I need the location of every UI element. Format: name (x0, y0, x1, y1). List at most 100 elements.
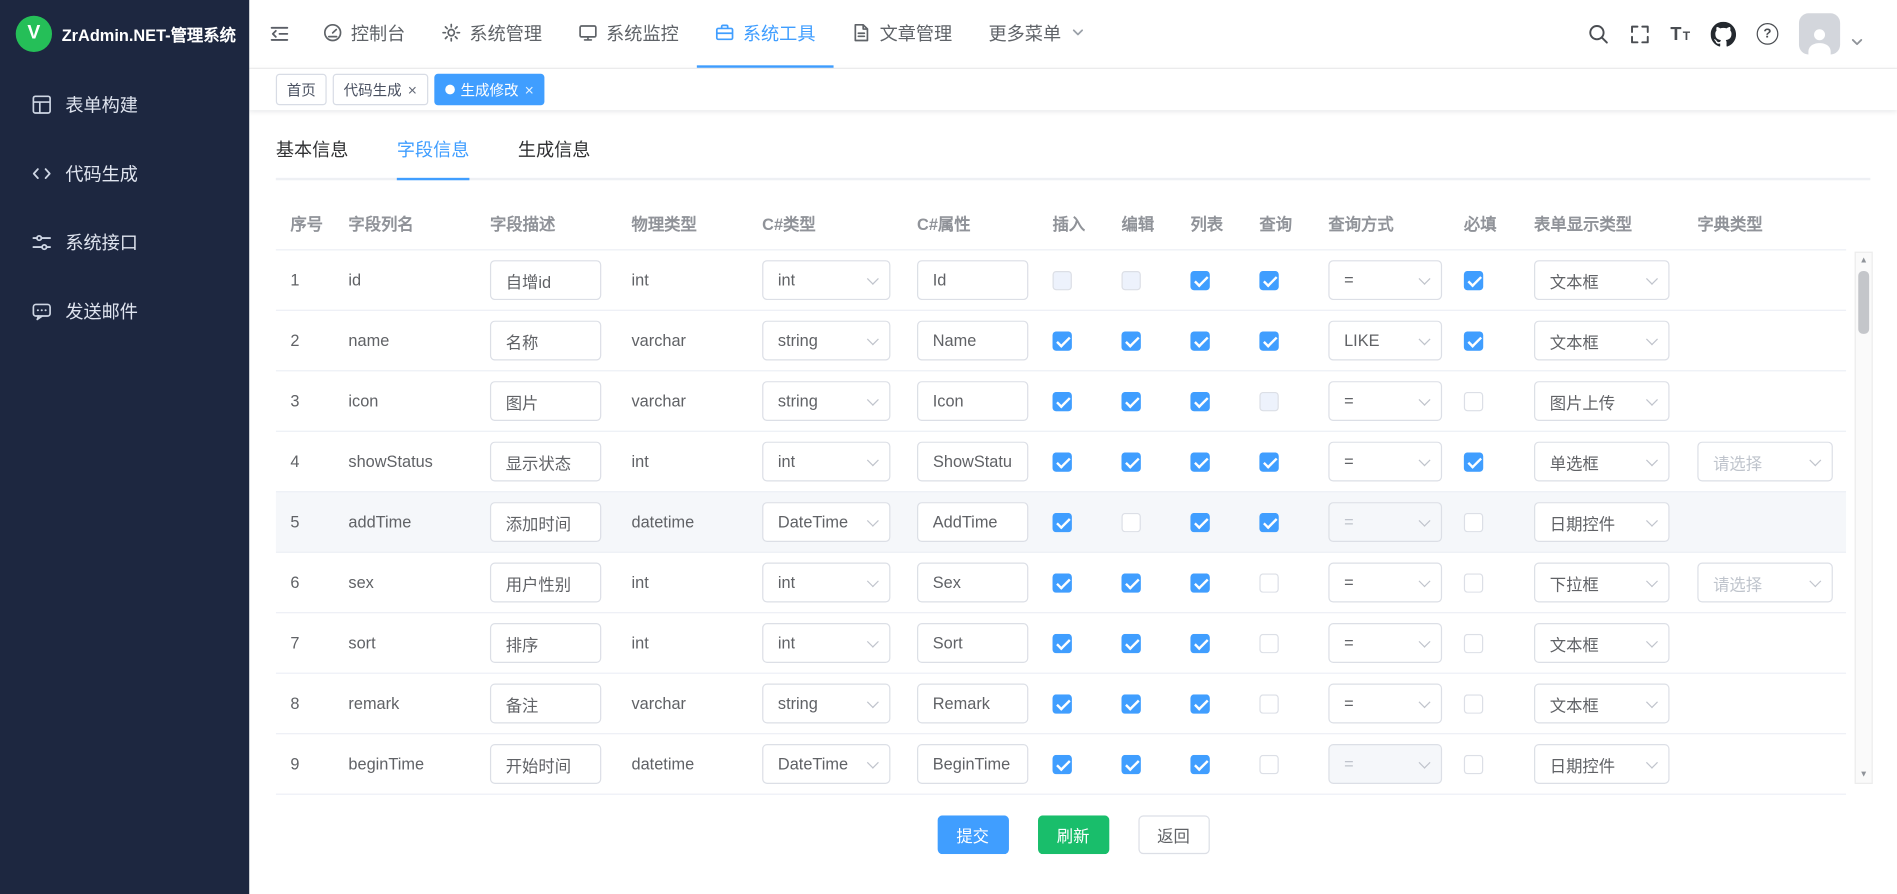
edit-checkbox[interactable] (1121, 331, 1140, 350)
sidebar-item-4[interactable]: 发送邮件 (0, 277, 249, 346)
required-checkbox[interactable] (1464, 633, 1483, 652)
cs-type-select[interactable]: int (762, 623, 890, 663)
nav-item-5[interactable]: 文章管理 (834, 0, 971, 68)
display-type-select[interactable]: 单选框 (1534, 442, 1669, 482)
display-type-select[interactable]: 文本框 (1534, 623, 1669, 663)
cs-type-select[interactable]: int (762, 260, 890, 300)
query-mode-select[interactable]: = (1328, 502, 1442, 542)
cs-type-select[interactable]: string (762, 684, 890, 724)
refresh-button[interactable]: 刷新 (1037, 815, 1108, 854)
nav-item-2[interactable]: 系统管理 (423, 0, 560, 68)
desc-input[interactable] (490, 744, 601, 784)
insert-checkbox[interactable] (1053, 391, 1072, 410)
list-checkbox[interactable] (1190, 270, 1209, 289)
close-icon[interactable]: × (525, 82, 534, 98)
edit-checkbox[interactable] (1121, 694, 1140, 713)
required-checkbox[interactable] (1464, 452, 1483, 471)
nav-item-4[interactable]: 系统工具 (697, 0, 834, 68)
display-type-select[interactable]: 图片上传 (1534, 381, 1669, 421)
edit-checkbox[interactable] (1121, 512, 1140, 531)
list-checkbox[interactable] (1190, 694, 1209, 713)
dict-type-select[interactable]: 请选择 (1697, 563, 1832, 603)
tab-2[interactable]: 字段信息 (397, 137, 470, 181)
desc-input[interactable] (490, 381, 601, 421)
query-checkbox[interactable] (1259, 573, 1278, 592)
tag-2[interactable]: 代码生成× (333, 74, 428, 105)
cs-type-select[interactable]: string (762, 381, 890, 421)
query-checkbox[interactable] (1259, 754, 1278, 773)
query-checkbox[interactable] (1259, 452, 1278, 471)
scrollbar-thumb[interactable] (1858, 271, 1869, 334)
edit-checkbox[interactable] (1121, 391, 1140, 410)
display-type-select[interactable]: 下拉框 (1534, 563, 1669, 603)
edit-checkbox[interactable] (1121, 633, 1140, 652)
required-checkbox[interactable] (1464, 331, 1483, 350)
query-mode-select[interactable]: = (1328, 381, 1442, 421)
cs-prop-input[interactable] (917, 684, 1028, 724)
query-mode-select[interactable]: = (1328, 744, 1442, 784)
cs-prop-input[interactable] (917, 442, 1028, 482)
list-checkbox[interactable] (1190, 754, 1209, 773)
insert-checkbox[interactable] (1053, 512, 1072, 531)
submit-button[interactable]: 提交 (937, 815, 1008, 854)
insert-checkbox[interactable] (1053, 573, 1072, 592)
query-checkbox[interactable] (1259, 694, 1278, 713)
insert-checkbox[interactable] (1053, 270, 1072, 289)
display-type-select[interactable]: 文本框 (1534, 684, 1669, 724)
cs-prop-input[interactable] (917, 260, 1028, 300)
nav-item-3[interactable]: 系统监控 (560, 0, 697, 68)
desc-input[interactable] (490, 442, 601, 482)
close-icon[interactable]: × (408, 82, 417, 98)
edit-checkbox[interactable] (1121, 452, 1140, 471)
scroll-down-icon[interactable]: ▼ (1856, 767, 1872, 783)
cs-type-select[interactable]: int (762, 442, 890, 482)
query-checkbox[interactable] (1259, 331, 1278, 350)
list-checkbox[interactable] (1190, 331, 1209, 350)
query-checkbox[interactable] (1259, 391, 1278, 410)
sidebar-item-3[interactable]: 系统接口 (0, 208, 249, 277)
query-mode-select[interactable]: = (1328, 442, 1442, 482)
required-checkbox[interactable] (1464, 512, 1483, 531)
query-checkbox[interactable] (1259, 270, 1278, 289)
list-checkbox[interactable] (1190, 391, 1209, 410)
list-checkbox[interactable] (1190, 573, 1209, 592)
desc-input[interactable] (490, 502, 601, 542)
sidebar-item-2[interactable]: 代码生成 (0, 139, 249, 208)
cs-prop-input[interactable] (917, 623, 1028, 663)
nav-item-1[interactable]: 控制台 (305, 0, 424, 68)
cs-prop-input[interactable] (917, 563, 1028, 603)
github-icon[interactable] (1711, 21, 1736, 46)
required-checkbox[interactable] (1464, 694, 1483, 713)
query-mode-select[interactable]: = (1328, 623, 1442, 663)
cs-prop-input[interactable] (917, 381, 1028, 421)
cs-type-select[interactable]: int (762, 563, 890, 603)
display-type-select[interactable]: 文本框 (1534, 321, 1669, 361)
query-mode-select[interactable]: = (1328, 563, 1442, 603)
dict-type-select[interactable]: 请选择 (1697, 442, 1832, 482)
nav-item-6[interactable]: 更多菜单 (970, 0, 1102, 68)
list-checkbox[interactable] (1190, 512, 1209, 531)
desc-input[interactable] (490, 684, 601, 724)
tab-3[interactable]: 生成信息 (518, 137, 591, 181)
cs-type-select[interactable]: string (762, 321, 890, 361)
required-checkbox[interactable] (1464, 270, 1483, 289)
desc-input[interactable] (490, 563, 601, 603)
insert-checkbox[interactable] (1053, 331, 1072, 350)
fullscreen-icon[interactable] (1629, 24, 1650, 45)
cs-prop-input[interactable] (917, 321, 1028, 361)
query-mode-select[interactable]: LIKE (1328, 321, 1442, 361)
required-checkbox[interactable] (1464, 754, 1483, 773)
edit-checkbox[interactable] (1121, 573, 1140, 592)
list-checkbox[interactable] (1190, 452, 1209, 471)
tag-1[interactable]: 首页 (276, 74, 327, 105)
cs-type-select[interactable]: DateTime (762, 502, 890, 542)
tab-1[interactable]: 基本信息 (276, 137, 349, 181)
list-checkbox[interactable] (1190, 633, 1209, 652)
display-type-select[interactable]: 文本框 (1534, 260, 1669, 300)
table-scrollbar[interactable]: ▲ ▼ (1855, 252, 1873, 784)
avatar[interactable] (1799, 13, 1840, 54)
back-button[interactable]: 返回 (1138, 815, 1209, 854)
sidebar-item-1[interactable]: 表单构建 (0, 70, 249, 139)
insert-checkbox[interactable] (1053, 452, 1072, 471)
font-size-icon[interactable]: TT (1670, 25, 1690, 43)
